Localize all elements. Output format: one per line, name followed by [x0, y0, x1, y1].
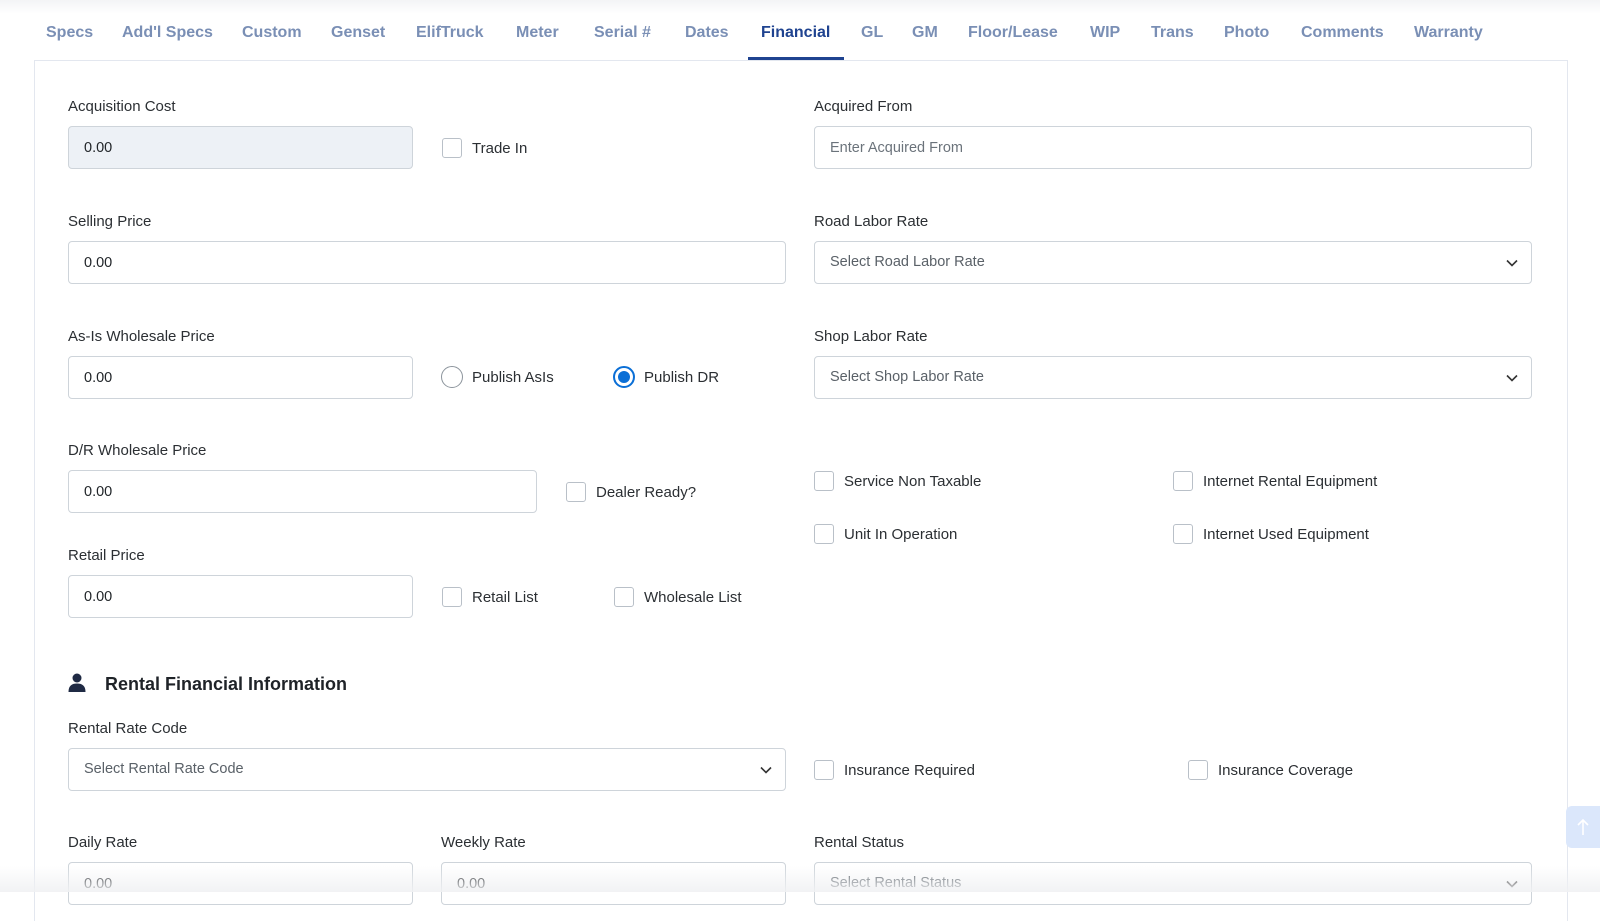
publish-asis-radio[interactable]	[441, 366, 463, 388]
service-non-taxable-label: Service Non Taxable	[844, 473, 982, 490]
weekly-rate-label: Weekly Rate	[441, 834, 526, 851]
insurance-required-label: Insurance Required	[844, 762, 975, 779]
selling-price-input[interactable]	[68, 241, 786, 284]
insurance-coverage-checkbox[interactable]	[1188, 760, 1208, 780]
selling-price-label: Selling Price	[68, 213, 152, 230]
retail-price-label: Retail Price	[68, 547, 145, 564]
shop-labor-rate-select[interactable]: Select Shop Labor Rate	[814, 356, 1532, 399]
acquisition-cost-input[interactable]	[68, 126, 413, 169]
top-shadow	[0, 0, 1600, 14]
tab-meter[interactable]: Meter	[516, 24, 559, 42]
tab-genset[interactable]: Genset	[331, 24, 385, 42]
acquisition-cost-label: Acquisition Cost	[68, 98, 176, 115]
tab-gl[interactable]: GL	[861, 24, 883, 42]
tab-wip[interactable]: WIP	[1090, 24, 1120, 42]
tab-photo[interactable]: Photo	[1224, 24, 1269, 42]
tab-specs[interactable]: Specs	[46, 24, 93, 42]
retail-list-checkbox[interactable]	[442, 587, 462, 607]
daily-rate-input[interactable]	[68, 862, 413, 905]
rental-status-value: Select Rental Status	[830, 875, 962, 891]
tab-financial[interactable]: Financial	[761, 24, 830, 42]
unit-in-operation-label: Unit In Operation	[844, 526, 958, 543]
rental-section-title: Rental Financial Information	[105, 674, 348, 694]
tab-custom[interactable]: Custom	[242, 24, 302, 42]
internet-used-equipment-checkbox[interactable]	[1173, 524, 1193, 544]
rental-rate-code-select[interactable]: Select Rental Rate Code	[68, 748, 786, 791]
trade-in-checkbox[interactable]	[442, 138, 462, 158]
rental-status-label: Rental Status	[814, 834, 905, 851]
rental-rate-code-label: Rental Rate Code	[68, 720, 188, 737]
tab-warranty[interactable]: Warranty	[1414, 24, 1483, 42]
chevron-down-icon	[1506, 374, 1518, 382]
acquired-from-label: Acquired From	[814, 98, 913, 115]
internet-rental-equipment-checkbox[interactable]	[1173, 471, 1193, 491]
wholesale-list-label: Wholesale List	[644, 589, 742, 606]
tab-trans[interactable]: Trans	[1151, 24, 1194, 42]
tab-addl-specs[interactable]: Add'l Specs	[122, 24, 213, 42]
tab-serial[interactable]: Serial #	[594, 24, 651, 42]
rental-status-select[interactable]: Select Rental Status	[814, 862, 1532, 905]
internet-used-equipment-label: Internet Used Equipment	[1203, 526, 1369, 543]
tab-floor-lease[interactable]: Floor/Lease	[968, 24, 1058, 42]
dealer-ready-checkbox[interactable]	[566, 482, 586, 502]
user-icon	[68, 673, 86, 692]
scroll-top-button[interactable]	[1566, 806, 1600, 848]
trade-in-label: Trade In	[472, 140, 528, 157]
chevron-down-icon	[1506, 259, 1518, 267]
tab-comments[interactable]: Comments	[1301, 24, 1384, 42]
tab-dates[interactable]: Dates	[685, 24, 729, 42]
road-labor-rate-label: Road Labor Rate	[814, 213, 929, 230]
shop-labor-rate-label: Shop Labor Rate	[814, 328, 928, 345]
retail-list-label: Retail List	[472, 589, 538, 606]
unit-in-operation-checkbox[interactable]	[814, 524, 834, 544]
chevron-down-icon	[760, 766, 772, 774]
daily-rate-label: Daily Rate	[68, 834, 138, 851]
insurance-required-checkbox[interactable]	[814, 760, 834, 780]
service-non-taxable-checkbox[interactable]	[814, 471, 834, 491]
tab-gm[interactable]: GM	[912, 24, 938, 42]
weekly-rate-input[interactable]	[441, 862, 786, 905]
retail-price-input[interactable]	[68, 575, 413, 618]
road-labor-rate-select[interactable]: Select Road Labor Rate	[814, 241, 1532, 284]
tab-eliftruck[interactable]: ElifTruck	[416, 24, 484, 42]
dr-wholesale-price-input[interactable]	[68, 470, 537, 513]
road-labor-rate-value: Select Road Labor Rate	[830, 254, 985, 270]
publish-asis-label: Publish AsIs	[472, 369, 554, 386]
arrow-up-icon	[1577, 818, 1589, 835]
as-is-wholesale-price-label: As-Is Wholesale Price	[68, 328, 215, 345]
as-is-wholesale-price-input[interactable]	[68, 356, 413, 399]
publish-dr-radio[interactable]	[613, 366, 635, 388]
dealer-ready-label: Dealer Ready?	[596, 484, 697, 501]
rental-rate-code-value: Select Rental Rate Code	[84, 761, 244, 777]
publish-dr-label: Publish DR	[644, 369, 720, 386]
internet-rental-equipment-label: Internet Rental Equipment	[1203, 473, 1378, 490]
dr-wholesale-price-label: D/R Wholesale Price	[68, 442, 207, 459]
wholesale-list-checkbox[interactable]	[614, 587, 634, 607]
chevron-down-icon	[1506, 880, 1518, 888]
acquired-from-input[interactable]	[814, 126, 1532, 169]
insurance-coverage-label: Insurance Coverage	[1218, 762, 1354, 779]
shop-labor-rate-value: Select Shop Labor Rate	[830, 369, 984, 385]
